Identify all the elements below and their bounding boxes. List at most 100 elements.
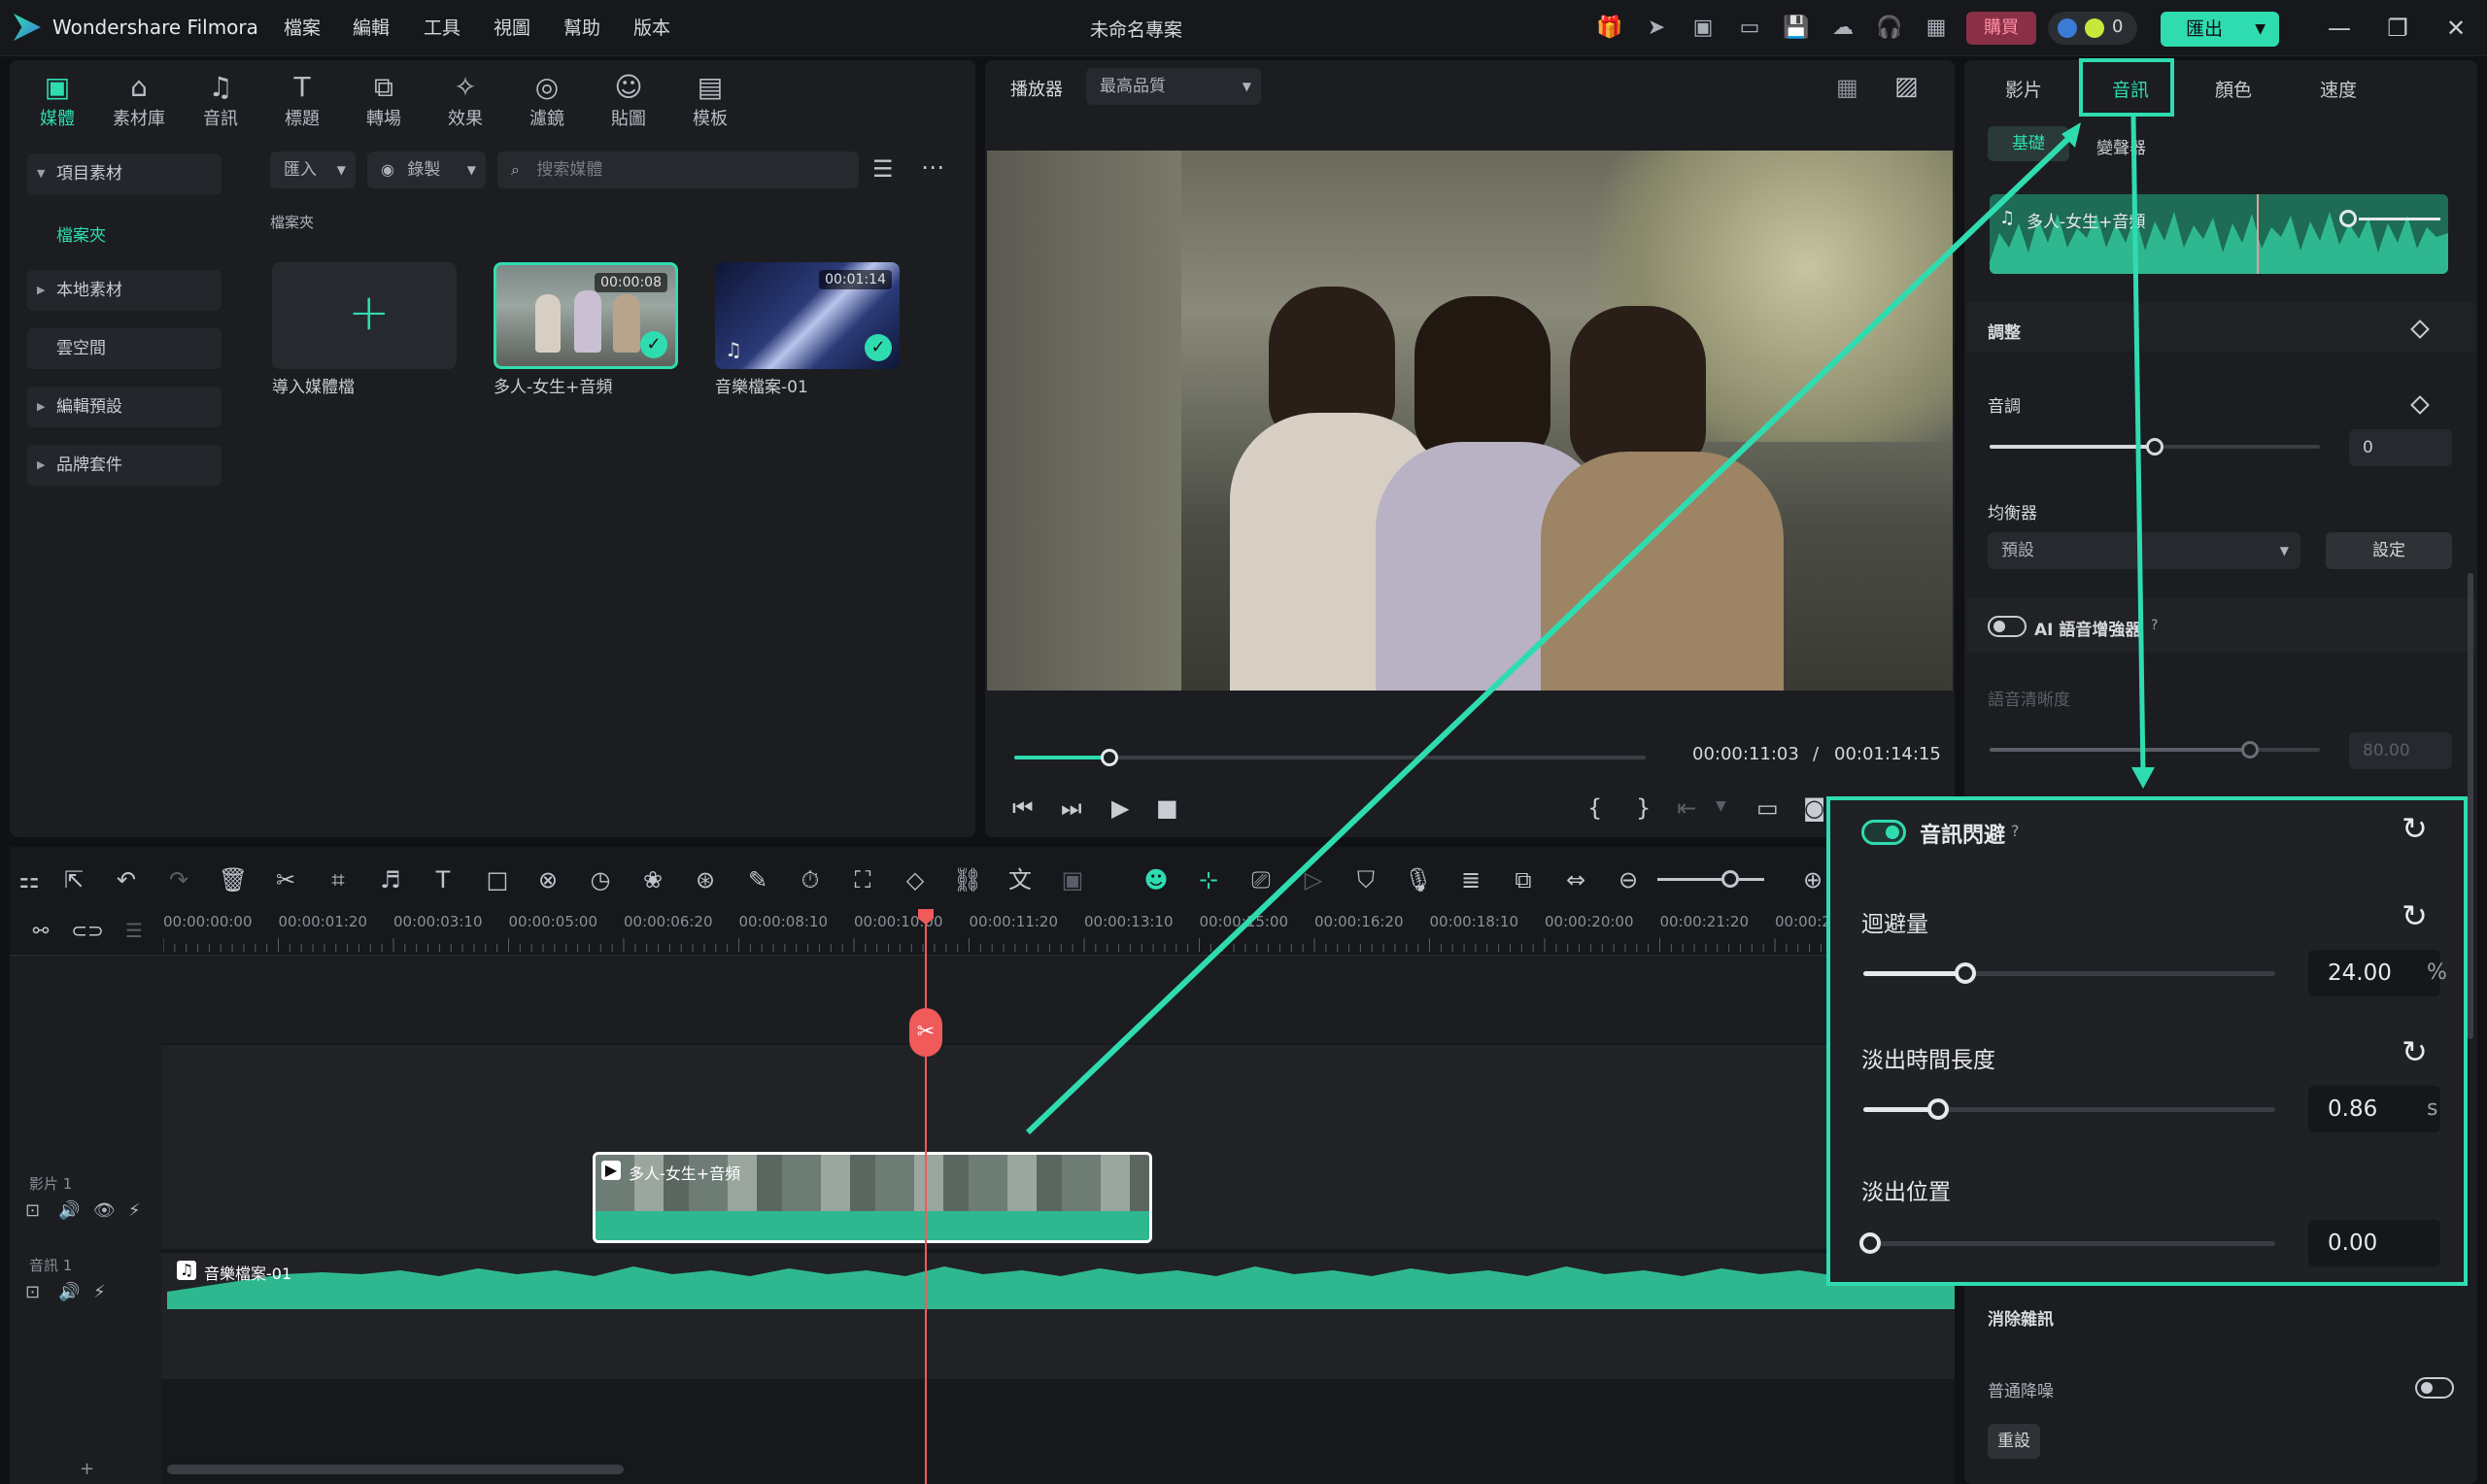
sidebar-item-edit-presets[interactable]: ▶ 編輯預設	[27, 387, 221, 427]
volume-knob[interactable]	[2339, 210, 2357, 227]
tool-transition[interactable]: ⧉ 轉場	[350, 70, 418, 134]
media-clip-video[interactable]: 00:00:08 ✓	[494, 262, 678, 369]
display-icon[interactable]: ▭	[1756, 794, 1779, 822]
lock-icon[interactable]: ⊡	[25, 1282, 40, 1302]
speaker-icon[interactable]: 🔊	[58, 1200, 80, 1221]
add-track-icon[interactable]: +	[80, 1459, 94, 1479]
tool-stock[interactable]: ⌂ 素材庫	[105, 70, 173, 134]
fit-timeline-icon[interactable]: ⇔	[1558, 862, 1593, 897]
fade-duration-value[interactable]: 0.86	[2308, 1086, 2440, 1132]
menu-help[interactable]: 幫助	[563, 14, 600, 40]
stop-icon[interactable]: ■	[1156, 794, 1178, 822]
sidebar-item-folder[interactable]: 檔案夾	[56, 221, 106, 246]
more-icon[interactable]: ⋯	[921, 153, 944, 181]
track-icon[interactable]: ☰	[117, 913, 152, 948]
fade-position-slider[interactable]	[1863, 1241, 2275, 1246]
voice-clarity-knob[interactable]	[2241, 741, 2259, 759]
tool-audio[interactable]: ♫ 音訊	[187, 70, 255, 134]
edit-icon[interactable]: ✎	[740, 862, 775, 897]
zoom-slider[interactable]	[1657, 878, 1764, 881]
export-button[interactable]: 匯出 ▼	[2161, 12, 2279, 47]
close-icon[interactable]: ✕	[2436, 12, 2475, 45]
preview-play-icon[interactable]: ▷	[1296, 862, 1331, 897]
tab-color[interactable]: 顏色	[2215, 76, 2252, 102]
cloud-upload-icon[interactable]: ☁	[1828, 14, 1857, 43]
undo-icon[interactable]: ↶	[109, 862, 144, 897]
stabilize-icon[interactable]: ▣	[1055, 862, 1090, 897]
microphone-icon[interactable]: 🎙	[1401, 862, 1436, 897]
zoom-out-icon[interactable]: ⊖	[1611, 862, 1646, 897]
equalizer-dropdown[interactable]: 預設 ▼	[1988, 532, 2300, 569]
color-icon[interactable]: ❀	[635, 862, 670, 897]
tool-media[interactable]: ▣ 媒體	[23, 70, 91, 134]
tab-speed[interactable]: 速度	[2320, 76, 2357, 102]
ducking-amount-knob[interactable]	[1955, 962, 1976, 984]
fade-position-knob[interactable]	[1859, 1232, 1881, 1254]
play-icon[interactable]: ▶	[1111, 794, 1129, 822]
speaker-icon[interactable]: 🔊	[58, 1282, 80, 1302]
sidebar-item-project-media[interactable]: ▼ 項目素材	[27, 153, 221, 194]
ai-voice-enhancer-toggle[interactable]	[1988, 616, 2027, 637]
camera-icon[interactable]: ◙	[1803, 794, 1825, 822]
audio-clip-preview[interactable]: ♫ 多人-女生+音頻	[1990, 194, 2448, 274]
minimize-icon[interactable]: —	[2320, 12, 2359, 45]
tool-sticker[interactable]: ☺ 貼圖	[595, 70, 663, 134]
ai-icon[interactable]: ⊛	[688, 862, 723, 897]
delete-icon[interactable]: 🗑	[216, 862, 251, 897]
pitch-slider-knob[interactable]	[2146, 438, 2163, 455]
zoom-in-icon[interactable]: ⊕	[1795, 862, 1830, 897]
quality-dropdown[interactable]: 最高品質 ▼	[1086, 68, 1261, 105]
tool-filter[interactable]: ◎ 濾鏡	[513, 70, 581, 134]
player-progress-bar[interactable]	[1014, 749, 1646, 766]
import-dropdown[interactable]: 匯入 ▼	[270, 152, 356, 188]
translate-icon[interactable]: 文	[1003, 862, 1038, 897]
menu-version[interactable]: 版本	[633, 14, 670, 40]
sidebar-item-cloud[interactable]: 雲空間	[27, 328, 221, 369]
magic-icon[interactable]: ⚡	[128, 1200, 141, 1221]
tool-title[interactable]: T 標題	[268, 70, 336, 134]
mark-out-icon[interactable]: }	[1636, 794, 1651, 822]
zoom-slider-knob[interactable]	[1721, 870, 1739, 888]
voice-clarity-value[interactable]: 80.00	[2349, 732, 2452, 769]
tool-template[interactable]: ▤ 模板	[676, 70, 744, 134]
pip-icon[interactable]: ⧉	[1506, 862, 1541, 897]
reset-icon[interactable]: ↻	[2402, 810, 2428, 847]
video-preview[interactable]	[987, 151, 1953, 691]
filter-sort-icon[interactable]: ☰	[872, 155, 894, 183]
ai-face-icon[interactable]: ☻	[1139, 862, 1174, 897]
motion-icon[interactable]: ⛓	[950, 862, 985, 897]
lock-icon[interactable]: ⊡	[25, 1200, 40, 1221]
search-box[interactable]: ⌕ 搜索媒體	[497, 152, 859, 188]
pitch-value[interactable]: 0	[2349, 429, 2452, 466]
fit-icon[interactable]: ⛶	[845, 862, 880, 897]
crop-icon[interactable]: ⌗	[321, 862, 356, 897]
tool-effects[interactable]: ✧ 效果	[431, 70, 499, 134]
menu-file[interactable]: 檔案	[284, 14, 321, 40]
panel-scrollbar[interactable]	[2468, 573, 2473, 1039]
sidebar-item-local-media[interactable]: ▶ 本地素材	[27, 270, 221, 311]
timer-icon[interactable]: ⏱	[793, 862, 828, 897]
points-badge[interactable]: 0	[2048, 12, 2137, 45]
tab-video[interactable]: 影片	[2005, 76, 2042, 102]
keyframe-tool-icon[interactable]: ◇	[898, 862, 933, 897]
text-icon[interactable]: T	[426, 862, 460, 897]
magic-icon[interactable]: ⚡	[93, 1282, 106, 1302]
help-icon[interactable]: ?	[2011, 822, 2020, 840]
equalizer-settings-button[interactable]: 設定	[2326, 532, 2452, 569]
mark-in-icon[interactable]: {	[1587, 794, 1602, 822]
timeline-video-clip[interactable]: ▶ 多人-女生+音頻	[593, 1152, 1152, 1243]
send-icon[interactable]: ➤	[1642, 14, 1671, 43]
subtab-voice-changer[interactable]: 變聲器	[2096, 134, 2146, 158]
menu-edit[interactable]: 編輯	[353, 14, 390, 40]
timeline-scrollbar[interactable]	[167, 1465, 624, 1474]
layout-grid-icon[interactable]: ⚏	[12, 862, 47, 897]
snap-icon[interactable]: ⊹	[1191, 862, 1226, 897]
audio-mixer-icon[interactable]: ≣	[1453, 862, 1488, 897]
insert-icon[interactable]: ⇤	[1677, 794, 1696, 822]
playhead-line[interactable]	[925, 913, 927, 1484]
split-icon[interactable]: ✂	[268, 862, 303, 897]
speed-icon[interactable]: ◷	[583, 862, 618, 897]
help-icon[interactable]: ?	[2151, 618, 2158, 633]
next-frame-icon[interactable]: ⏭	[1061, 794, 1082, 822]
player-progress-knob[interactable]	[1100, 749, 1118, 766]
